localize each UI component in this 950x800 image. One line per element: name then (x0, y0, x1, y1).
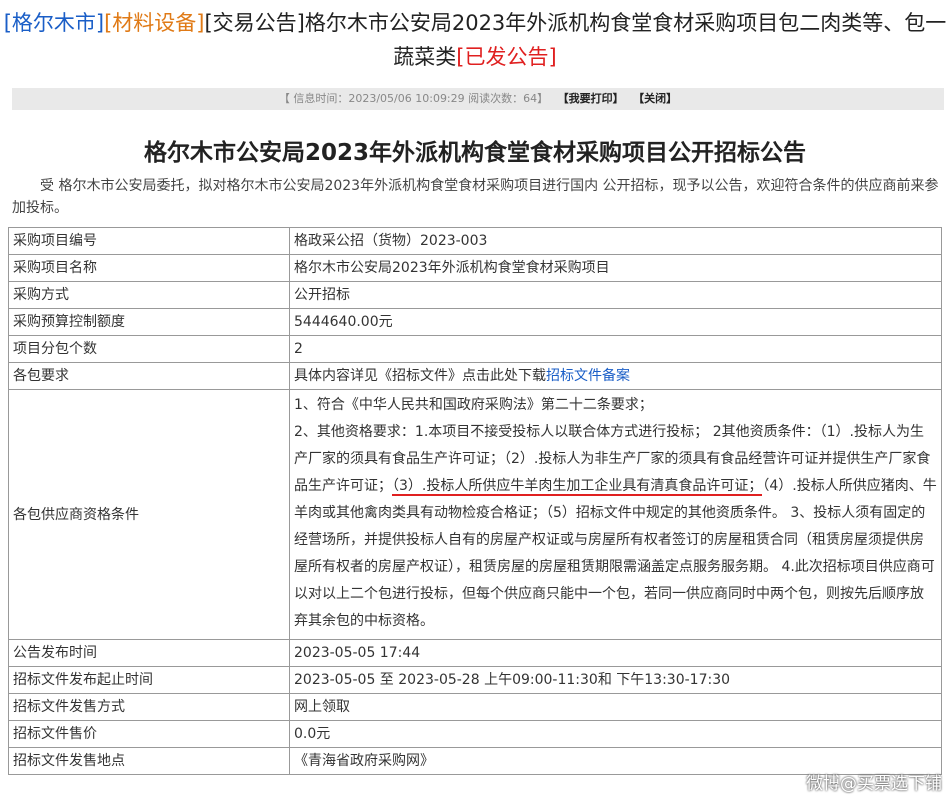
info-bar: 【 信息时间：2023/05/06 10:09:29 阅读次数：64】 【我要打… (12, 88, 944, 110)
procurement-info-table: 采购项目编号 格政采公招（货物）2023-003 采购项目名称 格尔木市公安局202… (8, 227, 942, 775)
row-value: 具体内容详见《招标文件》点击此处下载招标文件备案 (289, 362, 942, 390)
close-link[interactable]: 【关闭】 (633, 92, 677, 105)
city-tag-link[interactable]: [格尔木市] (4, 11, 104, 35)
row-value: 0.0元 (289, 720, 942, 748)
row-key: 各包供应商资格条件 (8, 389, 290, 640)
row-key: 采购项目编号 (8, 227, 290, 255)
print-link[interactable]: 【我要打印】 (558, 92, 624, 105)
qualification-text: 1、符合《中华人民共和国政府采购法》第二十二条要求； 2、其他资格要求：1.本项目… (289, 389, 942, 640)
announcement-title: [交易公告]格尔木市公安局2023年外派机构食堂食材采购项目包二肉类等、包一蔬菜… (204, 11, 947, 69)
row-key: 招标文件发售地点 (8, 747, 290, 775)
qual-highlight: （3）.投标人所供应牛羊肉生加工企业具有清真食品许可证； (392, 478, 763, 496)
row-key: 各包要求 (8, 362, 290, 390)
table-row: 招标文件发售地点 《青海省政府采购网》 (8, 747, 942, 775)
table-row: 采购项目编号 格政采公招（货物）2023-003 (8, 227, 942, 255)
category-tag-link[interactable]: [材料设备] (104, 11, 204, 35)
table-row: 采购方式 公开招标 (8, 281, 942, 309)
status-tag: [已发公告] (456, 45, 557, 69)
row-key: 招标文件售价 (8, 720, 290, 748)
row-value: 5444640.00元 (289, 308, 942, 336)
row-value: 2023-05-05 至 2023-05-28 上午09:00-11:30和 下… (289, 666, 942, 694)
table-row: 项目分包个数 2 (8, 335, 942, 363)
package-req-text: 具体内容详见《招标文件》点击此处下载 (294, 368, 546, 384)
table-row: 招标文件售价 0.0元 (8, 720, 942, 748)
row-key: 招标文件发售方式 (8, 693, 290, 721)
row-key: 采购方式 (8, 281, 290, 309)
table-row: 招标文件发售方式 网上领取 (8, 693, 942, 721)
row-key: 公告发布时间 (8, 639, 290, 667)
table-row: 各包供应商资格条件 1、符合《中华人民共和国政府采购法》第二十二条要求； 2、其他… (8, 389, 942, 640)
table-row: 招标文件发布起止时间 2023-05-05 至 2023-05-28 上午09:0… (8, 666, 942, 694)
table-row: 采购预算控制额度 5444640.00元 (8, 308, 942, 336)
table-row: 公告发布时间 2023-05-05 17:44 (8, 639, 942, 667)
row-value: 公开招标 (289, 281, 942, 309)
page-title: 格尔木市公安局2023年外派机构食堂食材采购项目公开招标公告 (143, 140, 806, 166)
row-key: 采购项目名称 (8, 254, 290, 282)
row-key: 采购预算控制额度 (8, 308, 290, 336)
row-value: 格政采公招（货物）2023-003 (289, 227, 942, 255)
table-row: 各包要求 具体内容详见《招标文件》点击此处下载招标文件备案 (8, 362, 942, 390)
table-row: 采购项目名称 格尔木市公安局2023年外派机构食堂食材采购项目 (8, 254, 942, 282)
intro-paragraph: 受 格尔木市公安局委托，拟对格尔木市公安局2023年外派机构食堂食材采购项目进行… (12, 178, 939, 216)
weibo-watermark: 微博@买票选下铺 (806, 774, 942, 794)
row-value: 2 (289, 335, 942, 363)
row-value: 网上领取 (289, 693, 942, 721)
row-value: 2023-05-05 17:44 (289, 639, 942, 667)
row-value: 格尔木市公安局2023年外派机构食堂食材采购项目 (289, 254, 942, 282)
qual-part1: 1、符合《中华人民共和国政府采购法》第二十二条要求； (294, 397, 653, 413)
row-key: 招标文件发布起止时间 (8, 666, 290, 694)
row-key: 项目分包个数 (8, 335, 290, 363)
download-tender-file-link[interactable]: 招标文件备案 (546, 368, 630, 384)
announcement-title-bar: [格尔木市][材料设备][交易公告]格尔木市公安局2023年外派机构食堂食材采购… (0, 6, 950, 74)
qual-part3: （4）.投标人所供应猪肉、牛羊肉或其他禽肉类具有动物检疫合格证；（5）招标文件中… (294, 478, 937, 629)
info-meta: 【 信息时间：2023/05/06 10:09:29 阅读次数：64】 (278, 92, 549, 105)
